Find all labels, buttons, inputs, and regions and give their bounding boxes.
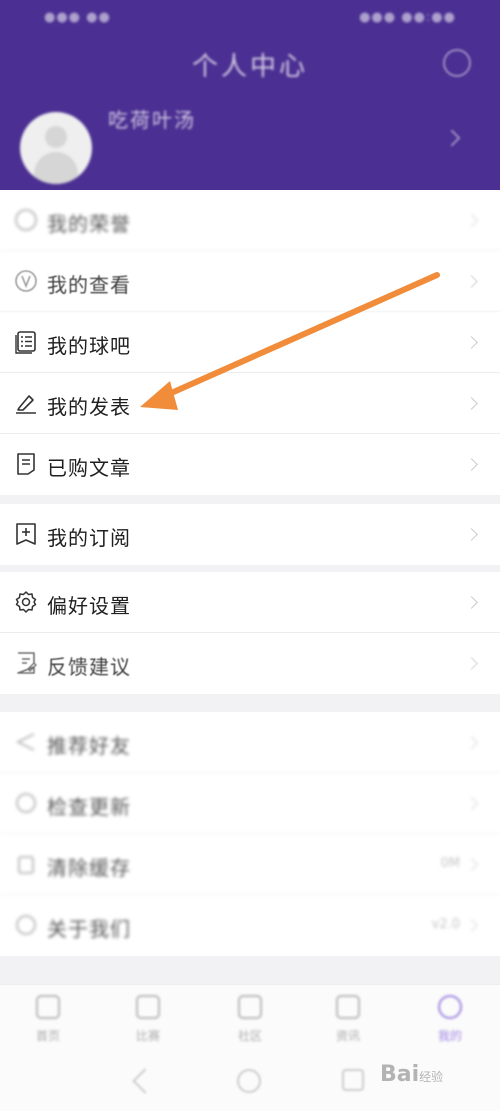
menu-group-subscribe: 我的订阅: [0, 504, 500, 565]
baidu-watermark: Bai经验: [380, 1062, 443, 1087]
menu-item-label: 已购文章: [47, 456, 131, 480]
menu-group-main: 我的荣誉 我的查看 我的球吧 我的发表 已购文章: [0, 190, 500, 495]
chevron-right-icon: [465, 657, 478, 670]
menu-group-other: 推荐好友 检查更新 清除缓存 0M 关于我们 v2.0: [0, 712, 500, 956]
bottom-tab-bar: 首页 比赛 社区 资讯 我的: [0, 984, 500, 1057]
menu-item-label: 检查更新: [47, 795, 131, 819]
chevron-right-icon: [465, 458, 478, 471]
menu-item-label: 清除缓存: [47, 856, 131, 880]
chevron-right-icon: [465, 596, 478, 609]
refresh-icon: [16, 793, 36, 813]
menu-item-share[interactable]: 推荐好友: [0, 712, 500, 773]
menu-item-label: 反馈建议: [47, 655, 131, 679]
menu-item-viewed[interactable]: 我的查看: [0, 251, 500, 312]
watermark-suffix: 经验: [419, 1070, 444, 1084]
tab-label: 比赛: [135, 1029, 160, 1043]
chevron-right-icon: [465, 736, 478, 749]
chevron-right-icon: [465, 797, 478, 810]
feedback-icon: [17, 652, 37, 674]
chevron-right-icon: [465, 858, 478, 871]
avatar[interactable]: [20, 112, 92, 184]
plus-box-icon: [16, 523, 36, 545]
menu-item-forum[interactable]: 我的球吧: [0, 312, 500, 373]
community-icon: [238, 995, 262, 1019]
menu-item-label: 关于我们: [47, 917, 131, 941]
tab-match[interactable]: 比赛: [118, 991, 178, 1051]
home-icon: [36, 995, 60, 1019]
chevron-right-icon: [465, 214, 478, 227]
menu-item-label: 推荐好友: [47, 734, 131, 758]
menu-item-about[interactable]: 关于我们 v2.0: [0, 895, 500, 956]
menu-item-posts[interactable]: 我的发表: [0, 373, 500, 434]
badge-icon: [15, 209, 37, 231]
menu-group-settings: 偏好设置 反馈建议: [0, 572, 500, 694]
menu-item-cache[interactable]: 清除缓存 0M: [0, 834, 500, 895]
menu-item-label: 我的荣誉: [47, 212, 131, 236]
tab-community[interactable]: 社区: [220, 991, 280, 1051]
pen-icon: [16, 395, 36, 414]
news-icon: [336, 995, 360, 1019]
tab-label: 我的: [437, 1029, 462, 1043]
username[interactable]: 吃荷叶汤: [108, 104, 196, 133]
info-icon: [16, 915, 36, 935]
profile-icon: [438, 995, 462, 1019]
home-button-icon[interactable]: [237, 1069, 261, 1093]
watermark-text: Bai: [380, 1062, 420, 1087]
recent-apps-icon[interactable]: [342, 1069, 364, 1091]
article-icon: [17, 453, 35, 475]
status-left: ●●● ●●: [44, 10, 111, 25]
chevron-right-icon: [465, 528, 478, 541]
trash-icon: [18, 856, 34, 874]
menu-item-label: 我的球吧: [47, 334, 131, 358]
status-bar: ●●● ●● ●●● ●●:●●: [0, 0, 500, 36]
menu-item-update[interactable]: 检查更新: [0, 773, 500, 834]
menu-item-honor[interactable]: 我的荣誉: [0, 190, 500, 251]
menu-item-purchased[interactable]: 已购文章: [0, 434, 500, 495]
cache-size: 0M: [440, 856, 461, 871]
status-right: ●●● ●●:●●: [359, 10, 456, 25]
match-icon: [136, 995, 160, 1019]
chevron-right-icon: [465, 397, 478, 410]
chevron-right-icon: [465, 919, 478, 932]
tab-label: 资讯: [335, 1029, 360, 1043]
tab-home[interactable]: 首页: [18, 991, 78, 1051]
menu-item-subscribe[interactable]: 我的订阅: [0, 504, 500, 565]
profile-header: ●●● ●● ●●● ●●:●● 个人中心 吃荷叶汤: [0, 0, 500, 190]
tab-mine[interactable]: 我的: [420, 991, 480, 1051]
list-icon: [15, 331, 36, 354]
v-circle-icon: [15, 270, 37, 292]
tab-label: 社区: [237, 1029, 262, 1043]
share-icon: [15, 733, 35, 751]
chevron-right-icon[interactable]: [443, 129, 461, 147]
menu-item-preferences[interactable]: 偏好设置: [0, 572, 500, 633]
settings-icon[interactable]: [443, 49, 471, 77]
chevron-right-icon: [465, 275, 478, 288]
menu-item-label: 我的发表: [47, 395, 131, 419]
tab-label: 首页: [35, 1029, 60, 1043]
back-icon[interactable]: [132, 1068, 158, 1094]
menu-item-label: 偏好设置: [47, 594, 131, 618]
page-title: 个人中心: [191, 52, 308, 82]
tab-news[interactable]: 资讯: [318, 991, 378, 1051]
menu-item-feedback[interactable]: 反馈建议: [0, 633, 500, 694]
menu-item-label: 我的订阅: [47, 526, 131, 550]
menu-item-label: 我的查看: [47, 273, 131, 297]
gear-icon: [15, 591, 37, 613]
version-text: v2.0: [431, 917, 460, 932]
chevron-right-icon: [465, 336, 478, 349]
